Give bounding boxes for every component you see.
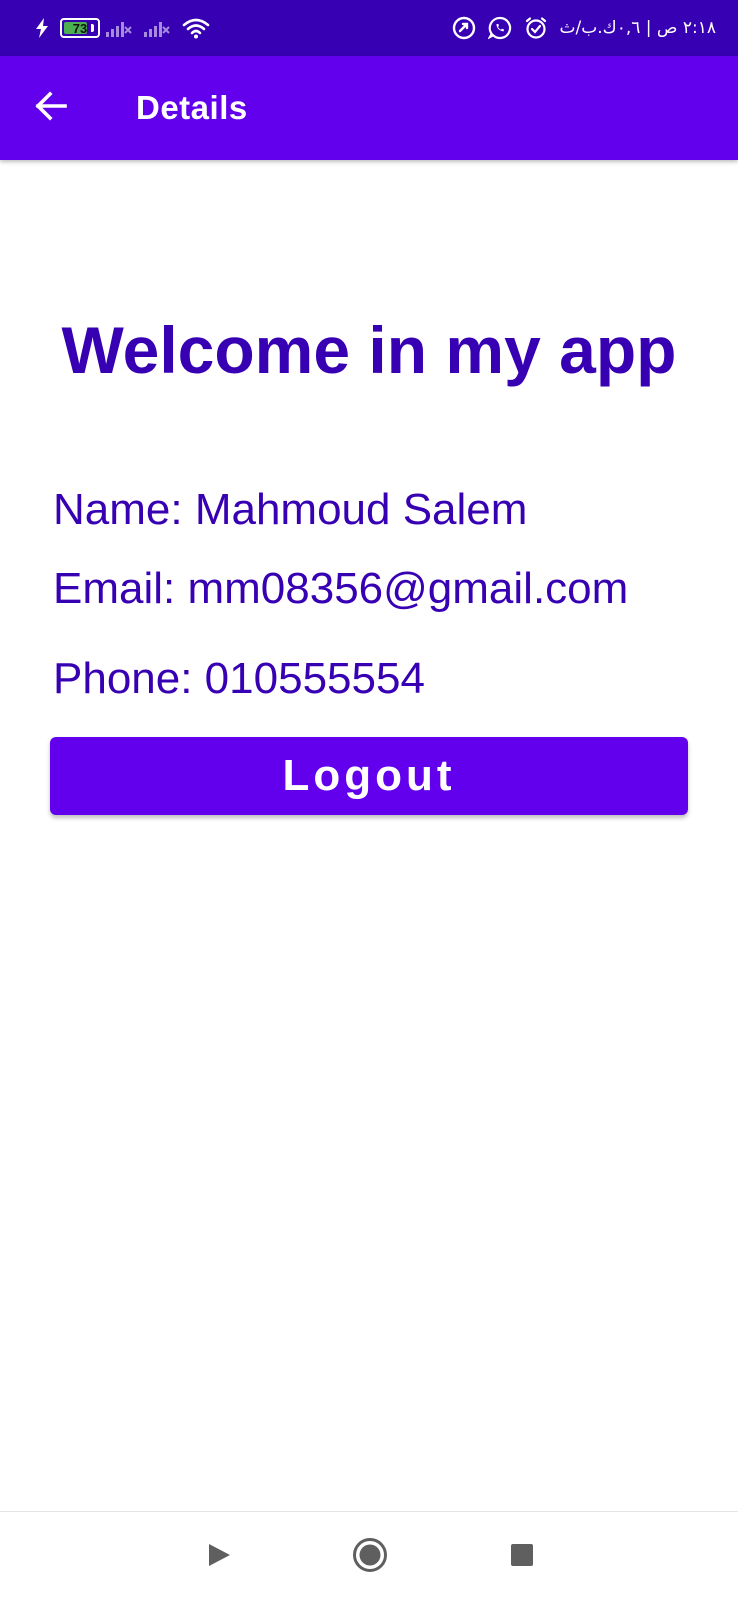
status-bar: 73 ٢:١٨ ص | ٠,٦ك.ب/ث [0,0,738,56]
status-time: ٢:١٨ ص | ٠,٦ك.ب/ث [559,18,716,38]
signal-icon [144,19,170,37]
sync-icon [452,16,476,40]
email-text: Email: mm08356@gmail.com [53,564,629,613]
back-button[interactable] [23,80,79,136]
wifi-icon [182,17,210,39]
nav-back-button[interactable] [192,1530,246,1584]
phone-text: Phone: 010555554 [53,654,425,703]
play-triangle-icon [206,1542,232,1573]
nav-home-button[interactable] [343,1530,397,1584]
home-circle-icon [352,1537,388,1578]
signal-icon [106,19,132,37]
battery-indicator: 73 [60,18,100,38]
recents-square-icon [510,1543,534,1572]
alarm-icon [524,16,548,40]
details-screen: 73 ٢:١٨ ص | ٠,٦ك.ب/ث Details Welcome in … [0,0,738,1600]
nav-recents-button[interactable] [495,1530,549,1584]
welcome-heading: Welcome in my app [61,313,677,387]
status-bar-left: 73 [36,0,210,56]
status-bar-right: ٢:١٨ ص | ٠,٦ك.ب/ث [452,0,716,56]
battery-icon: 73 [60,18,100,38]
app-bar-title: Details [136,89,248,126]
name-text: Name: Mahmoud Salem [53,485,528,534]
logout-button[interactable]: Logout [50,737,688,815]
whatsapp-icon [487,16,512,40]
charging-icon [36,18,48,38]
app-bar: Details [0,56,738,160]
navigation-bar [0,1511,738,1600]
battery-level-text: 73 [72,20,88,36]
arrow-left-icon [34,89,68,128]
